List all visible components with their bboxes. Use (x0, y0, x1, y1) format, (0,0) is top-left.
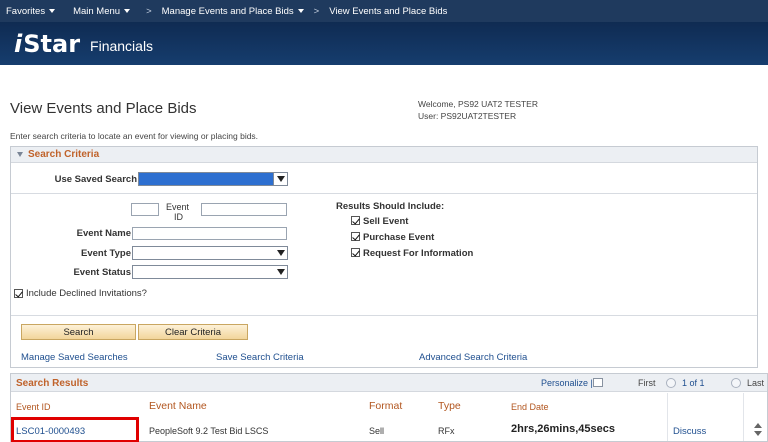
purchase-event-label: Purchase Event (363, 232, 435, 243)
logo-i: i (14, 29, 23, 58)
breadcrumb-manage-label: Manage Events and Place Bids (161, 5, 294, 17)
clear-criteria-button[interactable]: Clear Criteria (138, 324, 248, 340)
event-status-select[interactable] (132, 265, 288, 279)
view-all-grid-icon[interactable] (593, 378, 603, 387)
chevron-down-icon (277, 269, 285, 275)
user-text: User: PS92UAT2TESTER (418, 111, 517, 121)
chevron-down-icon (277, 250, 285, 256)
chevron-down-icon (297, 9, 304, 13)
save-search-criteria-link[interactable]: Save Search Criteria (216, 352, 304, 363)
search-criteria-header[interactable]: Search Criteria (11, 147, 757, 163)
event-type-label: Event Type (81, 248, 131, 259)
divider (11, 193, 757, 194)
results-include-label: Results Should Include: (336, 201, 445, 212)
search-results-grid: Search Results Personalize | First 1 of … (10, 373, 768, 442)
event-status-label: Event Status (73, 267, 131, 278)
personalize-link[interactable]: Personalize | (541, 378, 593, 388)
type-cell: RFx (438, 426, 455, 436)
event-id-prefix-input[interactable] (131, 203, 159, 216)
previous-icon[interactable] (666, 378, 676, 388)
saved-search-label: Use Saved Search (54, 174, 137, 185)
page-title: View Events and Place Bids (10, 100, 197, 117)
first-link[interactable]: First (638, 378, 656, 388)
include-declined-label: Include Declined Invitations? (26, 288, 147, 299)
welcome-text: Welcome, PS92 UAT2 TESTER (418, 99, 538, 109)
col-head-format[interactable]: Format (369, 400, 402, 412)
instructions-text: Enter search criteria to locate an event… (10, 131, 259, 141)
saved-search-select[interactable] (138, 172, 288, 186)
sell-event-label: Sell Event (363, 216, 409, 227)
search-criteria-panel: Search Criteria Use Saved Search Event I… (10, 146, 758, 368)
column-divider (667, 393, 668, 441)
event-name-label: Event Name (76, 228, 131, 239)
col-head-event-name[interactable]: Event Name (149, 400, 207, 412)
manage-saved-searches-link[interactable]: Manage Saved Searches (21, 352, 128, 363)
collapse-icon (17, 152, 23, 157)
column-divider (743, 393, 744, 441)
results-header: Search Results Personalize | First 1 of … (11, 374, 767, 392)
top-nav-bar: Favorites Main Menu > Manage Events and … (0, 0, 768, 22)
advanced-search-link[interactable]: Advanced Search Criteria (419, 352, 527, 363)
main-menu-label: Main Menu (73, 5, 121, 17)
results-title: Search Results (16, 378, 89, 389)
event-id-input[interactable] (201, 203, 287, 216)
event-id-link[interactable]: LSC01-0000493 (16, 426, 85, 437)
breadcrumb-separator: > (313, 5, 320, 17)
favorites-label: Favorites (6, 5, 46, 17)
event-type-select[interactable] (132, 246, 288, 260)
search-button[interactable]: Search (21, 324, 136, 340)
brand-banner: i Star Financials (0, 22, 768, 65)
last-link[interactable]: Last (747, 378, 764, 388)
col-head-event-id[interactable]: Event ID (16, 402, 51, 412)
include-declined-checkbox[interactable] (14, 289, 23, 298)
chevron-down-icon (49, 9, 56, 13)
sell-event-checkbox[interactable] (351, 216, 360, 225)
divider (11, 315, 757, 316)
logo-financials: Financials (90, 37, 154, 54)
discuss-link[interactable]: Discuss (673, 426, 706, 437)
welcome-block: Welcome, PS92 UAT2 TESTER User: PS92UAT2… (418, 98, 538, 122)
search-criteria-title: Search Criteria (28, 149, 100, 160)
purchase-event-checkbox[interactable] (351, 232, 360, 241)
main-menu[interactable]: Main Menu (67, 0, 136, 22)
chevron-down-icon (124, 9, 131, 13)
col-head-type[interactable]: Type (438, 400, 461, 412)
rfi-checkbox[interactable] (351, 248, 360, 257)
rfi-label: Request For Information (363, 248, 474, 259)
favorites-menu[interactable]: Favorites (0, 0, 61, 22)
breadcrumb-manage-events[interactable]: Manage Events and Place Bids (156, 0, 310, 22)
end-date-cell: 2hrs,26mins,45secs (511, 423, 615, 435)
col-head-end-date[interactable]: End Date (511, 402, 549, 412)
breadcrumb-current-label: View Events and Place Bids (329, 5, 448, 17)
event-id-label-1: Event (166, 202, 190, 212)
logo-star: Star (23, 29, 81, 58)
next-icon[interactable] (731, 378, 741, 388)
breadcrumb-separator: > (146, 5, 152, 17)
page-count: 1 of 1 (682, 378, 705, 388)
event-name-cell: PeopleSoft 9.2 Test Bid LSCS (149, 426, 269, 436)
event-name-input[interactable] (132, 227, 287, 240)
format-cell: Sell (369, 426, 385, 436)
scroll-arrows-icon[interactable] (753, 421, 763, 439)
chevron-down-icon (277, 176, 285, 182)
event-id-label-2: ID (174, 212, 183, 222)
breadcrumb-current[interactable]: View Events and Place Bids (323, 0, 453, 22)
